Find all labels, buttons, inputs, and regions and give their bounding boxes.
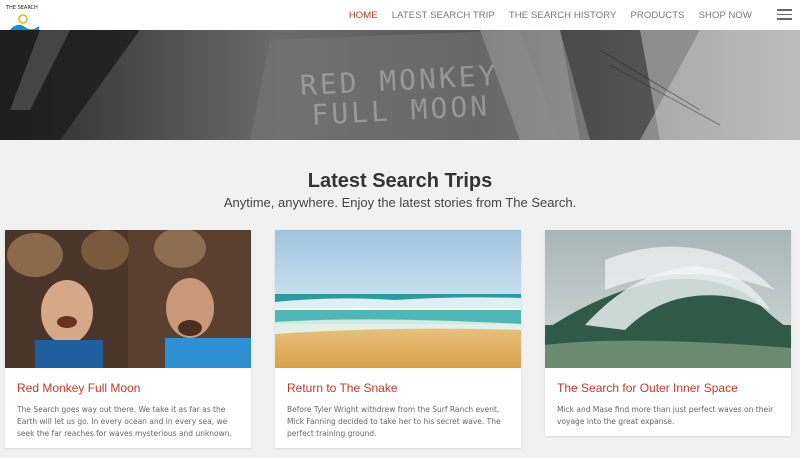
nav-latest-search-trip[interactable]: LATEST SEARCH TRIP xyxy=(392,10,495,21)
section-subtitle: Anytime, anywhere. Enjoy the latest stor… xyxy=(223,195,577,210)
trip-card-text: Before Tyler Wright withdrew from the Su… xyxy=(287,405,501,438)
nav-search-history[interactable]: THE SEARCH HISTORY xyxy=(509,10,617,21)
trip-card[interactable]: Return to The Snake Before Tyler Wright … xyxy=(275,230,521,448)
hamburger-menu-icon[interactable] xyxy=(777,9,792,20)
trip-card[interactable]: Red Monkey Full Moon The Search goes way… xyxy=(5,230,251,448)
trip-card-title[interactable]: Return to The Snake xyxy=(287,381,398,395)
main-nav: HOME LATEST SEARCH TRIP THE SEARCH HISTO… xyxy=(335,0,752,30)
section-title: Latest Search Trips xyxy=(307,170,493,192)
trip-card-text: The Search goes way out there. We take i… xyxy=(17,405,232,438)
trip-card-image[interactable] xyxy=(275,230,521,368)
svg-text:THE SEARCH: THE SEARCH xyxy=(5,5,38,11)
trip-card-image[interactable] xyxy=(545,230,791,368)
site-header: THE SEARCH HOME LATEST SEARCH TRIP THE S… xyxy=(0,0,800,44)
nav-home[interactable]: HOME xyxy=(349,10,378,21)
trip-card[interactable]: The Search for Outer Inner Space Mick an… xyxy=(545,230,791,436)
hero-title: RED MONKEY FULL MOON xyxy=(299,59,502,132)
nav-shop-now[interactable]: SHOP NOW xyxy=(699,10,752,21)
trip-card-title[interactable]: Red Monkey Full Moon xyxy=(17,381,140,395)
nav-products[interactable]: PRODUCTS xyxy=(630,10,684,21)
trip-card-title[interactable]: The Search for Outer Inner Space xyxy=(557,381,738,395)
trip-card-text: Mick and Mase find more than just perfec… xyxy=(557,405,774,426)
trip-card-image[interactable] xyxy=(5,230,251,368)
hero-banner: RED MONKEY FULL MOON xyxy=(0,30,800,140)
